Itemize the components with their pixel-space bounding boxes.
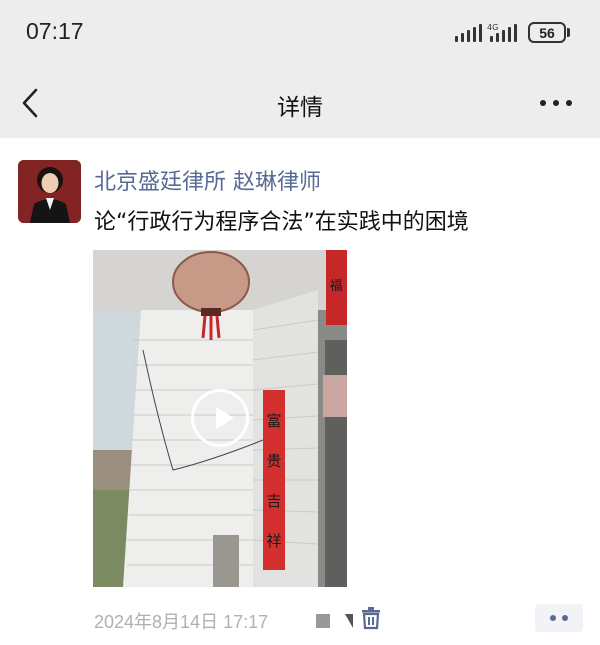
square-icon — [316, 614, 330, 628]
delete-button[interactable] — [360, 606, 382, 630]
page-title: 详情 — [277, 95, 323, 121]
comment-dot-icon — [562, 615, 568, 621]
couplet-char: 祥 — [266, 532, 281, 550]
more-button[interactable] — [540, 96, 576, 110]
video-thumbnail[interactable]: 富 贵 吉 祥 福 — [93, 250, 347, 587]
couplet-char: 贵 — [266, 452, 281, 470]
author-name[interactable]: 北京盛廷律所 赵琳律师 — [94, 164, 321, 196]
couplet-char: 富 — [266, 412, 281, 430]
couplet-char: 吉 — [266, 492, 281, 510]
trash-icon — [362, 607, 380, 630]
more-dot-icon — [553, 100, 559, 106]
play-icon[interactable] — [191, 389, 249, 447]
post-title: 论“行政行为程序合法”在实践中的困境 — [94, 210, 469, 235]
status-bar: 07:17 4G 56 — [0, 0, 600, 68]
comment-button[interactable] — [535, 604, 583, 632]
status-time: 07:17 — [26, 18, 84, 44]
post-timestamp: 2024年8月14日 17:17 — [94, 612, 269, 632]
avatar-portrait — [18, 160, 81, 223]
more-dot-icon — [566, 100, 572, 106]
signal-icon-2 — [490, 24, 517, 42]
nav-bar: 详情 — [0, 68, 600, 138]
battery-level: 56 — [539, 24, 555, 41]
signal-icon — [455, 24, 482, 42]
more-dot-icon — [540, 100, 546, 106]
comment-dot-icon — [550, 615, 556, 621]
battery-tip — [567, 28, 570, 37]
battery-icon: 56 — [528, 22, 566, 43]
banner-char: 福 — [329, 279, 342, 294]
avatar[interactable] — [18, 160, 81, 223]
triangle-icon — [345, 614, 353, 628]
